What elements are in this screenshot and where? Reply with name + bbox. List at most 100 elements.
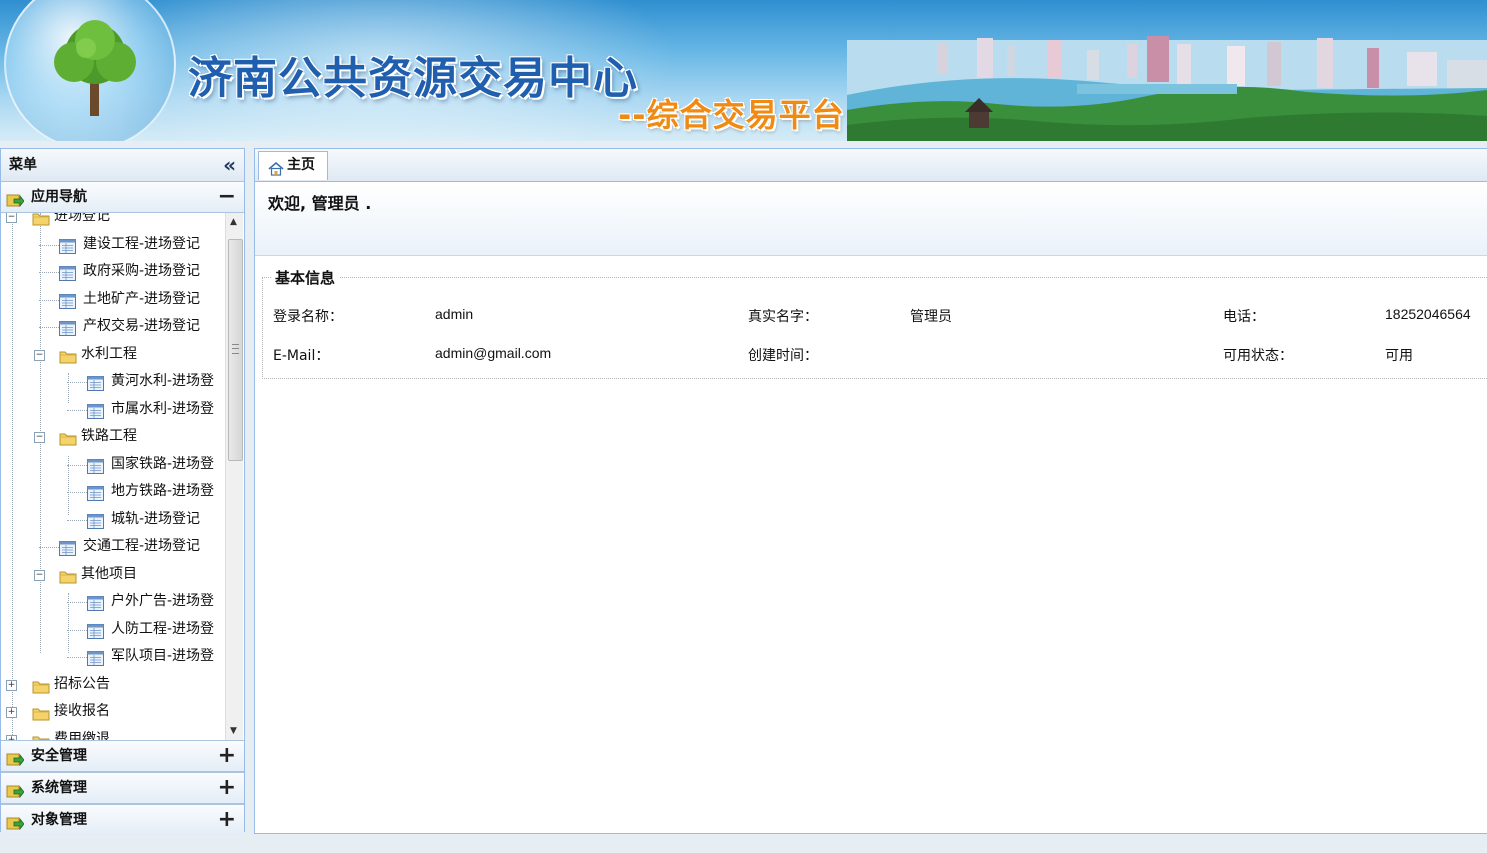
city-skyline-image bbox=[847, 36, 1487, 141]
phone-value: 18252046564 bbox=[1385, 306, 1471, 322]
collapse-sidebar-icon[interactable]: « bbox=[223, 149, 236, 181]
tab-home[interactable]: 主页 bbox=[258, 151, 328, 180]
expand-section-icon[interactable]: + bbox=[218, 773, 236, 803]
status-label: 可用状态： bbox=[1223, 348, 1293, 364]
accordion-section[interactable]: 对象管理 + bbox=[1, 804, 244, 836]
tree-node-label: 土地矿产-进场登记 bbox=[83, 290, 201, 307]
login-name-value: admin bbox=[435, 306, 474, 322]
folder-icon bbox=[32, 732, 50, 740]
collapse-section-icon[interactable]: − bbox=[218, 182, 236, 212]
tree-node-label: 进场登记 bbox=[54, 213, 110, 224]
email-label: E-Mail： bbox=[273, 348, 330, 364]
login-name-label: 登录名称： bbox=[273, 309, 343, 325]
tab-home-label: 主页 bbox=[287, 157, 315, 173]
tree-connector bbox=[39, 244, 59, 246]
collapse-node-icon[interactable]: − bbox=[6, 213, 17, 223]
scroll-up-icon[interactable]: ▲ bbox=[230, 217, 237, 227]
tree-page-node[interactable]: 国家铁路-进场登 bbox=[1, 451, 226, 478]
collapse-node-icon[interactable]: − bbox=[34, 569, 45, 581]
tree-connector bbox=[67, 464, 87, 466]
tree-node-label: 城轨-进场登记 bbox=[111, 510, 201, 527]
tree-node-label: 黄河水利-进场登 bbox=[111, 373, 215, 389]
accordion-section-label: 系统管理 bbox=[31, 780, 87, 796]
tree-folder-node[interactable]: + 费用缴退 bbox=[1, 726, 226, 741]
tree-logo-icon bbox=[54, 20, 136, 116]
tree-page-node[interactable]: 城轨-进场登记 bbox=[1, 506, 226, 533]
tree-node-label: 军队项目-进场登 bbox=[111, 648, 215, 664]
phone-label: 电话： bbox=[1223, 309, 1265, 325]
header-banner: 济南公共资源交易中心 --综合交易平台 bbox=[0, 0, 1487, 141]
accordion-section-label: 安全管理 bbox=[31, 748, 87, 764]
tree-node-label: 铁路工程 bbox=[81, 428, 137, 444]
expand-section-icon[interactable]: + bbox=[218, 805, 236, 835]
footer-bar bbox=[0, 835, 1487, 853]
tree-page-node[interactable]: 地方铁路-进场登 bbox=[1, 478, 226, 505]
tree-page-node[interactable]: 政府采购-进场登记 bbox=[1, 258, 226, 285]
tree-connector bbox=[67, 602, 87, 603]
banner-subtitle: --综合交易平台 bbox=[618, 96, 845, 134]
status-value: 可用 bbox=[1385, 347, 1413, 363]
tree-page-node[interactable]: 军队项目-进场登 bbox=[1, 643, 226, 670]
tree-connector bbox=[39, 272, 59, 273]
tree-page-node[interactable]: 人防工程-进场登 bbox=[1, 616, 226, 643]
tree-node-label: 产权交易-进场登记 bbox=[83, 318, 201, 334]
tree-node-label: 市属水利-进场登 bbox=[111, 400, 215, 417]
accordion-section[interactable]: 安全管理 + bbox=[1, 740, 244, 772]
created-time-label: 创建时间： bbox=[748, 348, 818, 364]
tree-page-node[interactable]: 黄河水利-进场登 bbox=[1, 368, 226, 395]
tree-connector bbox=[67, 492, 87, 493]
accordion-section-label: 对象管理 bbox=[31, 812, 87, 828]
tree-connector bbox=[67, 629, 87, 631]
basic-info-fieldset: 基本信息 登录名称： admin 真实名字： 管理员 电话： 182520465… bbox=[262, 267, 1487, 379]
tree-connector bbox=[67, 409, 87, 411]
tree-page-node[interactable]: 市属水利-进场登 bbox=[1, 396, 226, 423]
real-name-value: 管理员 bbox=[910, 308, 952, 324]
tree-folder-node[interactable]: + 接收报名 bbox=[1, 698, 226, 725]
tree-node-label: 政府采购-进场登记 bbox=[83, 263, 201, 279]
scroll-thumb[interactable] bbox=[228, 239, 243, 461]
tree-node-label: 接收报名 bbox=[54, 703, 110, 719]
tree-connector bbox=[67, 657, 87, 658]
tree-page-node[interactable]: 交通工程-进场登记 bbox=[1, 533, 226, 560]
tree-connector bbox=[67, 382, 87, 383]
basic-info-title: 基本信息 bbox=[271, 267, 340, 288]
tree-node-label: 交通工程-进场登记 bbox=[83, 538, 201, 554]
sidebar-title: 菜单 bbox=[9, 157, 37, 173]
tree-node-label: 人防工程-进场登 bbox=[111, 620, 215, 637]
tree-folder-node[interactable]: − 水利工程 bbox=[1, 341, 226, 368]
tree-page-node[interactable]: 建设工程-进场登记 bbox=[1, 231, 226, 258]
tab-bar: 主页 bbox=[255, 149, 1487, 182]
welcome-message: 欢迎, 管理员 . bbox=[255, 182, 1487, 256]
scroll-down-icon[interactable]: ▼ bbox=[230, 726, 237, 736]
banner-title: 济南公共资源交易中心 bbox=[188, 53, 638, 104]
expand-section-icon[interactable]: + bbox=[218, 741, 236, 771]
nav-tree: − 进场登记建设工程-进场登记政府采购-进场登记 土地矿产-进场登记 产权交易-进场登… bbox=[1, 213, 244, 740]
tree-node-label: 地方铁路-进场登 bbox=[111, 483, 215, 499]
tree-folder-node[interactable]: − 其他项目 bbox=[1, 561, 226, 588]
tree-folder-node[interactable]: + 招标公告 bbox=[1, 671, 226, 698]
tree-node-label: 费用缴退 bbox=[54, 730, 110, 741]
tree-page-node[interactable]: 户外广告-进场登 bbox=[1, 588, 226, 615]
tree-connector bbox=[67, 519, 87, 521]
collapse-node-icon[interactable]: − bbox=[34, 432, 45, 443]
expand-node-icon[interactable]: + bbox=[6, 679, 17, 691]
tree-page-node[interactable]: 土地矿产-进场登记 bbox=[1, 286, 226, 313]
accordion-section[interactable]: 系统管理 + bbox=[1, 772, 244, 804]
tree-node-label: 招标公告 bbox=[54, 675, 110, 692]
accordion-app-nav[interactable]: 应用导航 − bbox=[1, 182, 244, 213]
home-icon bbox=[268, 159, 284, 186]
tree-connector bbox=[39, 547, 59, 548]
tree-connector bbox=[39, 299, 59, 301]
tree-scrollbar[interactable]: ▲ ▼ bbox=[225, 213, 243, 740]
real-name-label: 真实名字： bbox=[748, 309, 818, 325]
tree-folder-node[interactable]: − 铁路工程 bbox=[1, 423, 226, 450]
main-content-panel: 主页 欢迎, 管理员 . 基本信息 登录名称： admin 真实名字： 管理员 … bbox=[254, 148, 1487, 834]
sidebar-menu-panel: 菜单 « 应用导航 − − 进场登记建设工程-进场登记政府采购-进场登记 土地矿产-… bbox=[0, 148, 245, 836]
expand-node-icon[interactable]: + bbox=[6, 707, 17, 718]
tree-connector bbox=[39, 327, 59, 328]
tree-page-node[interactable]: 产权交易-进场登记 bbox=[1, 313, 226, 340]
collapse-node-icon[interactable]: − bbox=[34, 349, 45, 361]
tree-node-label: 国家铁路-进场登 bbox=[111, 455, 215, 472]
tree-folder-node[interactable]: − 进场登记 bbox=[1, 213, 226, 230]
email-value: admin@gmail.com bbox=[435, 345, 552, 361]
